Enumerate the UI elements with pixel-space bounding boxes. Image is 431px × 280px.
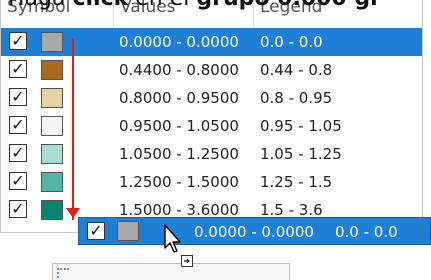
value-range-cell: 0.9500 - 1.0500: [119, 117, 239, 135]
value-range-cell: 0.0000 - 0.0000: [119, 33, 239, 51]
legend-class-table: Symbol Values Legend ✓ 0.0000 - 0.0000 0.0…: [0, 0, 423, 233]
table-row[interactable]: ✓ 0.4400 - 0.8000 0.44 - 0.8: [1, 56, 422, 84]
arrow-cursor-icon: [164, 224, 181, 253]
color-swatch[interactable]: [41, 32, 63, 52]
color-swatch[interactable]: [41, 88, 63, 108]
legend-label-cell[interactable]: 0.95 - 1.05: [260, 117, 342, 135]
ghost-value: 0.0000 - 0.0000: [194, 223, 314, 241]
value-range-cell: 0.8000 - 0.9500: [119, 89, 239, 107]
color-swatch[interactable]: [41, 200, 63, 220]
instruction-caption: Haga click en el grupo 0.000 gr: [8, 0, 381, 10]
visibility-checkbox[interactable]: ✓: [9, 172, 27, 190]
ghost-color-swatch: [117, 221, 139, 241]
value-range-cell: 1.2500 - 1.5000: [119, 173, 239, 191]
table-row[interactable]: ✓ 1.0500 - 1.2500 1.05 - 1.25: [1, 140, 422, 168]
visibility-checkbox[interactable]: ✓: [9, 60, 27, 78]
visibility-checkbox[interactable]: ✓: [9, 200, 27, 218]
drag-ghost-row: ✓ 0.0000 - 0.0000 0.0 - 0.0: [78, 217, 431, 245]
visibility-checkbox[interactable]: ✓: [9, 88, 27, 106]
bottom-toolbar-control[interactable]: [52, 263, 290, 280]
color-swatch[interactable]: [41, 60, 63, 80]
color-swatch[interactable]: [41, 144, 63, 164]
table-row[interactable]: ✓ 1.2500 - 1.5000 1.25 - 1.5: [1, 168, 422, 196]
legend-label-cell[interactable]: 0.8 - 0.95: [260, 89, 332, 107]
visibility-checkbox[interactable]: ✓: [9, 116, 27, 134]
visibility-checkbox[interactable]: ✓: [9, 144, 27, 162]
table-row[interactable]: ✓ 0.9500 - 1.0500 0.95 - 1.05: [1, 112, 422, 140]
color-swatch[interactable]: [41, 172, 63, 192]
table-row[interactable]: ✓ 0.8000 - 0.9500 0.8 - 0.95: [1, 84, 422, 112]
ghost-legend: 0.0 - 0.0: [335, 223, 398, 241]
value-range-cell: 0.4400 - 0.8000: [119, 61, 239, 79]
legend-label-cell[interactable]: 1.25 - 1.5: [260, 173, 332, 191]
table-row[interactable]: ✓ 0.0000 - 0.0000 0.0 - 0.0: [1, 28, 422, 56]
value-range-cell: 1.0500 - 1.2500: [119, 145, 239, 163]
legend-label-cell[interactable]: 1.05 - 1.25: [260, 145, 342, 163]
drag-copy-icon: [181, 255, 193, 267]
legend-label-cell[interactable]: 0.44 - 0.8: [260, 61, 332, 79]
visibility-checkbox[interactable]: ✓: [9, 32, 27, 50]
color-swatch[interactable]: [41, 116, 63, 136]
legend-label-cell[interactable]: 0.0 - 0.0: [260, 33, 323, 51]
ghost-checkbox: ✓: [87, 222, 105, 240]
drop-position-indicator: [72, 38, 74, 220]
grid-icon: [57, 268, 69, 278]
